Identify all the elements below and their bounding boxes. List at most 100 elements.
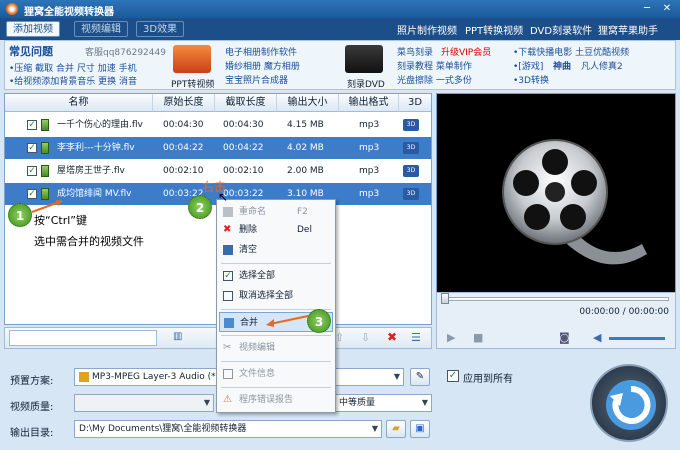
menu-item-file-info[interactable]: 文件信息 — [219, 364, 333, 384]
promo-album-1[interactable]: 电子相册制作软件 — [225, 45, 297, 58]
promo-burn-1a[interactable]: 菜鸟刻录 — [397, 45, 433, 58]
menu-item-select-all[interactable]: ✓ 选择全部 — [219, 266, 333, 286]
menu-rename-shortcut: F2 — [297, 207, 308, 217]
file-icon — [41, 119, 49, 131]
output-dir-select[interactable]: D:\My Documents\狸窝\全能视频转换器 ▼ — [74, 420, 382, 438]
col-header-name[interactable]: 名称 — [5, 94, 153, 112]
link-photo-video[interactable]: 照片制作视频 — [397, 22, 457, 37]
volume-icon[interactable]: ◀ — [593, 331, 601, 344]
chart-icon[interactable]: ▥ — [173, 331, 182, 342]
delete-icon[interactable]: ✖ — [387, 330, 397, 344]
seek-handle[interactable] — [441, 293, 449, 304]
close-button[interactable]: ✕ — [658, 2, 676, 15]
promo-far-2c[interactable]: 凡人修真2 — [581, 59, 623, 72]
row-output-format: mp3 — [359, 143, 380, 153]
row-output-format: mp3 — [359, 120, 380, 130]
row-checkbox[interactable]: ✓ — [27, 143, 37, 153]
3d-icon[interactable]: 3D — [403, 142, 419, 154]
menu-item-clear[interactable]: 清空 — [219, 240, 333, 260]
menu-error-report-label: 程序错误报告 — [239, 395, 294, 405]
promo-burn-3[interactable]: 光盘擦除 一式多份 — [397, 73, 472, 86]
col-header-output-size[interactable]: 输出大小 — [277, 94, 339, 112]
promo-far-3[interactable]: •3D转换 — [513, 73, 549, 86]
link-dvd-burn[interactable]: DVD刻录软件 — [530, 22, 592, 37]
promo-vip[interactable]: 升级VIP会员 — [441, 45, 491, 58]
table-row[interactable]: ✓ 一千个伤心的理由.flv 00:04:30 00:04:30 4.15 MB… — [5, 114, 431, 136]
menu-merge-label: 合并 — [240, 318, 259, 328]
list-filter-combo[interactable] — [9, 330, 157, 346]
menu-item-delete[interactable]: ✖ 删除 Del — [219, 220, 333, 240]
menu-item-rename[interactable]: 重命名 F2 — [219, 202, 333, 222]
merge-icon — [224, 318, 234, 328]
menu-item-video-edit[interactable]: ✂ 视频编辑 — [219, 338, 333, 358]
audio-quality-value: 中等质量 — [339, 398, 376, 408]
clear-list-icon[interactable]: ☰ — [411, 331, 421, 344]
3d-icon[interactable]: 3D — [403, 119, 419, 131]
row-output-format: mp3 — [359, 189, 380, 199]
promo-links-2[interactable]: •给视频添加背景音乐 更换 消音 — [9, 74, 137, 87]
move-up-icon[interactable]: ⇧ — [335, 331, 344, 344]
apply-all-checkbox[interactable]: ✓ — [447, 370, 459, 382]
convert-icon — [606, 380, 656, 430]
col-header-orig-length[interactable]: 原始长度 — [153, 94, 215, 112]
audio-quality-select[interactable]: 中等质量 ▼ — [334, 394, 432, 412]
menu-separator — [221, 361, 331, 362]
chevron-down-icon: ▼ — [371, 424, 378, 433]
row-output-size: 4.15 MB — [287, 120, 324, 130]
promo-links-1[interactable]: •压缩 截取 合并 尺寸 加速 手机 — [9, 61, 137, 74]
browse-folder-icon[interactable]: ▰ — [386, 420, 406, 438]
3d-icon[interactable]: 3D — [403, 165, 419, 177]
video-preview — [436, 93, 676, 325]
promo-burn-2[interactable]: 刻录教程 菜单制作 — [397, 59, 472, 72]
row-output-size: 2.00 MB — [287, 166, 324, 176]
row-checkbox[interactable]: ✓ — [27, 166, 37, 176]
video-quality-select[interactable]: ▼ — [74, 394, 214, 412]
promo-album-3[interactable]: 宝宝照片合成器 — [225, 73, 288, 86]
3d-icon[interactable]: 3D — [403, 188, 419, 200]
output-dir-value: D:\My Documents\狸窝\全能视频转换器 — [79, 424, 247, 434]
scissors-icon: ✂ — [223, 342, 232, 353]
table-row[interactable]: ✓ 李李利---十分钟.flv 00:04:22 00:04:22 4.02 M… — [5, 137, 431, 159]
open-folder-icon[interactable]: ▣ — [410, 420, 430, 438]
col-header-output-format[interactable]: 输出格式 — [339, 94, 399, 112]
link-apple-helper[interactable]: 狸窝苹果助手 — [598, 22, 658, 37]
promo-far-2a[interactable]: •[游戏] — [513, 59, 543, 72]
menu-clear-label: 清空 — [239, 245, 258, 255]
row-orig-length: 00:04:30 — [163, 120, 204, 130]
convert-button[interactable] — [590, 364, 668, 442]
menu-item-deselect-all[interactable]: 取消选择全部 — [219, 286, 333, 306]
col-header-cut-length[interactable]: 截取长度 — [215, 94, 277, 112]
promo-far-1[interactable]: •下载快播电影 土豆优酷视频 — [513, 45, 629, 58]
row-checkbox[interactable]: ✓ — [27, 120, 37, 130]
dvd-burn-label[interactable]: 刻录DVD — [347, 77, 385, 90]
tab-video-edit[interactable]: 视频编辑 — [74, 21, 128, 37]
row-name: 屋塔房王世子.flv — [57, 166, 125, 176]
ppt-video-label[interactable]: PPT转视频 — [171, 77, 214, 90]
menu-delete-label: 删除 — [239, 225, 258, 235]
faq-title[interactable]: 常见问题 — [9, 43, 53, 59]
link-ppt-video[interactable]: PPT转换视频 — [465, 22, 523, 37]
output-label: 输出目录: — [10, 428, 54, 439]
menu-item-error-report[interactable]: ⚠ 程序错误报告 — [219, 390, 333, 410]
menu-select-all-label: 选择全部 — [239, 271, 276, 281]
volume-slider[interactable] — [609, 337, 665, 340]
stop-icon[interactable]: ■ — [473, 331, 483, 344]
seek-bar[interactable] — [443, 297, 669, 301]
promo-album-2[interactable]: 婚纱相册 魔方相册 — [225, 59, 300, 72]
menu-rename-label: 重命名 — [239, 207, 267, 217]
step-1-arrow-icon — [31, 200, 63, 213]
menu-video-edit-label: 视频编辑 — [239, 343, 276, 353]
tab-add-video[interactable]: 添加视频 — [6, 21, 60, 37]
dvd-burn-icon[interactable] — [345, 45, 383, 73]
minimize-button[interactable]: ─ — [638, 2, 656, 15]
promo-far-2b[interactable]: 神曲 — [553, 59, 571, 72]
move-down-icon[interactable]: ⇩ — [361, 331, 370, 344]
ppt-video-icon[interactable] — [173, 45, 211, 73]
tab-3d-effect[interactable]: 3D效果 — [136, 21, 185, 37]
col-header-3d[interactable]: 3D — [399, 94, 431, 112]
step-1-note-line1: 按“Ctrl”键 — [34, 214, 87, 227]
camera-icon[interactable]: ◙ — [559, 331, 570, 344]
settings-tools-button[interactable]: ✎ — [410, 368, 430, 386]
play-icon[interactable]: ▶ — [447, 331, 455, 344]
checkbox-icon: ✓ — [223, 271, 233, 281]
